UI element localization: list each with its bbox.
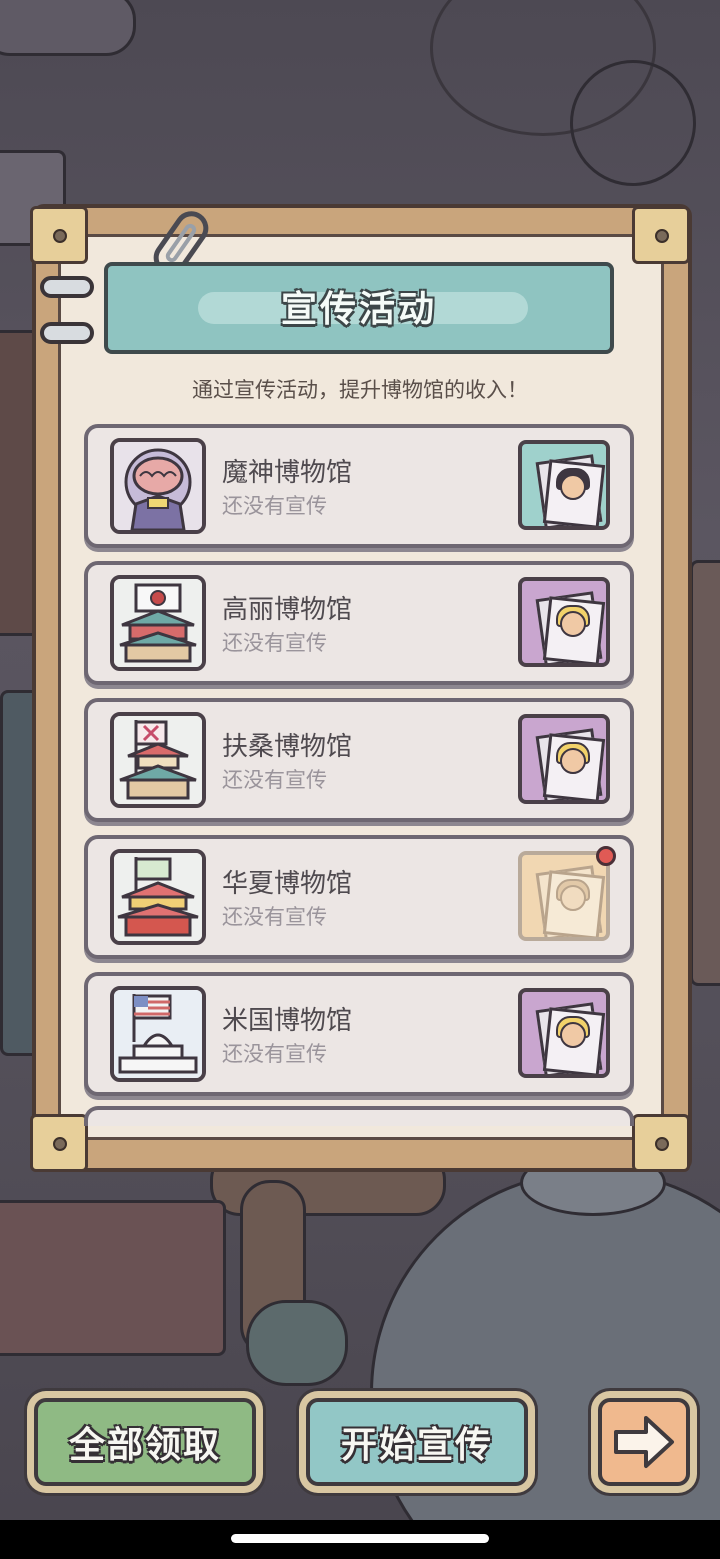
museum-name: 高丽博物馆 [222, 595, 353, 625]
home-indicator[interactable] [231, 1534, 489, 1543]
crate-side [690, 560, 720, 986]
museum-row[interactable]: 高丽博物馆 还没有宣传 [84, 561, 634, 685]
bucket-decoration [246, 1300, 348, 1386]
panel-corner-bracket [30, 1114, 88, 1172]
panel-header: 宣传活动 [104, 262, 614, 354]
japan-museum-icon [110, 712, 206, 808]
binder-ring [40, 322, 94, 344]
promotion-status: 还没有宣传 [222, 768, 327, 792]
cable-decoration [570, 60, 696, 186]
museum-row[interactable]: 魔神博物馆 还没有宣传 [84, 424, 634, 548]
poster-blonde-woman-icon[interactable] [518, 577, 610, 667]
promotion-status: 还没有宣传 [222, 494, 327, 518]
poster-sketch-woman-icon[interactable] [518, 851, 610, 941]
arrow-right-icon [614, 1416, 674, 1468]
poster-blonde-woman-icon[interactable] [518, 988, 610, 1078]
museum-row[interactable]: 扶桑博物馆 还没有宣传 [84, 698, 634, 822]
museum-row-partial[interactable] [84, 1106, 634, 1126]
museum-name: 华夏博物馆 [222, 869, 353, 899]
museum-name: 扶桑博物馆 [222, 732, 353, 762]
next-button[interactable] [598, 1398, 690, 1486]
notification-dot [596, 846, 616, 866]
museum-name: 魔神博物馆 [222, 458, 353, 488]
poster-masked-woman-icon[interactable] [518, 440, 610, 530]
museum-row[interactable]: 华夏博物馆 还没有宣传 [84, 835, 634, 959]
start-promotion-label: 开始宣传 [340, 1425, 493, 1466]
panel-subtitle: 通过宣传活动，提升博物馆的收入！ [192, 378, 528, 402]
korea-museum-icon [110, 575, 206, 671]
promotion-status: 还没有宣传 [222, 631, 327, 655]
demon-museum-icon [110, 438, 206, 534]
claim-all-button[interactable]: 全部领取 [34, 1398, 256, 1486]
panel-corner-bracket [30, 206, 88, 264]
panel-corner-bracket [632, 1114, 690, 1172]
start-promotion-button[interactable]: 开始宣传 [306, 1398, 528, 1486]
pipe-decoration [0, 0, 136, 56]
museum-row[interactable]: 米国博物馆 还没有宣传 [84, 972, 634, 1096]
claim-all-label: 全部领取 [68, 1425, 221, 1466]
poster-blonde-woman-icon[interactable] [518, 714, 610, 804]
crate-decoration [0, 1200, 226, 1356]
panel-title: 宣传活动 [280, 289, 437, 330]
panel-corner-bracket [632, 206, 690, 264]
usa-museum-icon [110, 986, 206, 1082]
promotion-status: 还没有宣传 [222, 905, 327, 929]
binder-ring [40, 276, 94, 298]
museum-name: 米国博物馆 [222, 1006, 353, 1036]
promotion-status: 还没有宣传 [222, 1042, 327, 1066]
china-museum-icon [110, 849, 206, 945]
